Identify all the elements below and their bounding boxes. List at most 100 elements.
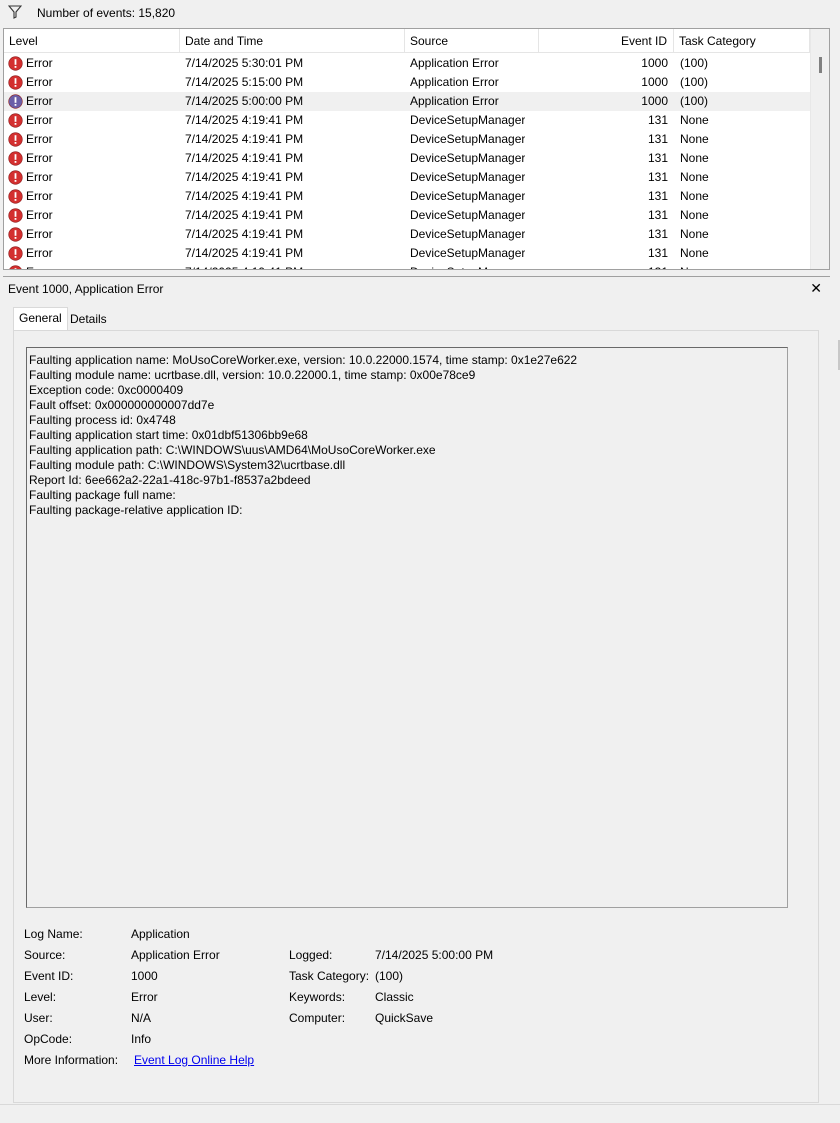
close-icon[interactable]: ✕ (810, 280, 822, 297)
source-cell: DeviceSetupManager (410, 208, 526, 222)
user-value: N/A (131, 1011, 152, 1025)
filter-icon[interactable] (8, 5, 22, 19)
error-icon (8, 208, 23, 223)
table-row[interactable]: Error 7/14/2025 4:19:41 PM DeviceSetupMana… (4, 187, 810, 206)
vertical-scrollbar[interactable] (810, 29, 829, 269)
source-cell: Application Error (410, 75, 499, 89)
task-category-cell: None (680, 246, 709, 260)
column-datetime[interactable]: Date and Time (180, 29, 405, 53)
table-row[interactable]: Error 7/14/2025 5:15:00 PM Application Err… (4, 73, 810, 92)
error-icon (8, 75, 23, 90)
source-cell: DeviceSetupManager (410, 132, 526, 146)
computer-value: QuickSave (375, 1011, 434, 1025)
description-line: Faulting application path: C:\WINDOWS\uu… (29, 443, 436, 457)
general-tab-content: Faulting application name: MoUsoCoreWork… (13, 330, 819, 1103)
user-label: User: (24, 1011, 53, 1025)
event-log-help-link[interactable]: Event Log Online Help (134, 1053, 254, 1067)
task-category-value: (100) (375, 969, 404, 983)
description-line: Faulting module name: ucrtbase.dll, vers… (29, 368, 476, 382)
level-cell: Error (26, 132, 53, 146)
opcode-value: Info (131, 1032, 152, 1046)
level-cell: Error (26, 75, 53, 89)
event-id-cell: 131 (647, 113, 668, 127)
datetime-cell: 7/14/2025 4:19:41 PM (185, 227, 304, 241)
task-category-cell: None (680, 132, 709, 146)
keywords-value: Classic (375, 990, 414, 1004)
event-id-cell: 131 (647, 132, 668, 146)
column-task-category[interactable]: Task Category (674, 29, 810, 53)
event-id-cell: 1000 (641, 94, 668, 108)
error-icon (8, 151, 23, 166)
events-list[interactable]: Level Date and Time Source Event ID Task… (3, 28, 830, 270)
column-source[interactable]: Source (405, 29, 539, 53)
task-category-cell: None (680, 208, 709, 222)
datetime-cell: 7/14/2025 5:15:00 PM (185, 75, 304, 89)
table-row[interactable]: Error 7/14/2025 4:19:41 PM DeviceSetupMana… (4, 130, 810, 149)
log-name-value: Application (131, 927, 190, 941)
event-id-cell: 131 (647, 246, 668, 260)
event-id-cell: 1000 (641, 75, 668, 89)
event-id-cell: 131 (647, 170, 668, 184)
description-line: Fault offset: 0x000000000007dd7e (29, 398, 215, 412)
column-level[interactable]: Level (4, 29, 180, 53)
source-cell: Application Error (410, 94, 499, 108)
tab-general[interactable]: General (13, 307, 68, 331)
column-event-id[interactable]: Event ID (539, 29, 674, 53)
more-info-label: More Information: (24, 1053, 119, 1067)
level-cell: Error (26, 208, 53, 222)
error-icon (8, 227, 23, 242)
error-icon (8, 132, 23, 147)
table-row[interactable]: Error 7/14/2025 5:00:00 PM Application Err… (4, 92, 810, 111)
datetime-cell: 7/14/2025 5:00:00 PM (185, 94, 304, 108)
event-count-label: Number of events: 15,820 (37, 6, 176, 20)
error-icon (8, 56, 23, 71)
events-rows: Error 7/14/2025 5:30:01 PM Application Err… (4, 54, 810, 269)
source-cell: DeviceSetupManager (410, 151, 526, 165)
log-name-label: Log Name: (24, 927, 83, 941)
table-row[interactable]: Error 7/14/2025 4:19:41 PM DeviceSetupMana… (4, 111, 810, 130)
datetime-cell: 7/14/2025 4:19:41 PM (185, 189, 304, 203)
status-strip (0, 1104, 840, 1123)
level-cell: Error (26, 170, 53, 184)
error-icon (8, 246, 23, 261)
source-cell: DeviceSetupManager (410, 246, 526, 260)
task-category-label: Task Category: (289, 969, 370, 983)
event-id-value: 1000 (131, 969, 158, 983)
table-row[interactable]: Error 7/14/2025 4:19:41 PM DeviceSetupMana… (4, 263, 810, 269)
datetime-cell: 7/14/2025 5:30:01 PM (185, 56, 304, 70)
task-category-cell: (100) (680, 94, 709, 108)
source-label: Source: (24, 948, 66, 962)
level-cell: Error (26, 227, 53, 241)
table-row[interactable]: Error 7/14/2025 4:19:41 PM DeviceSetupMana… (4, 244, 810, 263)
logged-label: Logged: (289, 948, 333, 962)
table-row[interactable]: Error 7/14/2025 4:19:41 PM DeviceSetupMana… (4, 225, 810, 244)
event-id-cell: 131 (539, 263, 668, 269)
level-cell: Error (26, 189, 53, 203)
task-category-cell: None (680, 113, 709, 127)
event-detail-panel: Event 1000, Application Error ✕ General … (3, 276, 830, 1103)
event-count-bar: Number of events: 15,820 (0, 0, 840, 28)
datetime-cell: 7/14/2025 4:19:41 PM (185, 151, 304, 165)
error-icon (9, 265, 22, 269)
task-category-cell: (100) (680, 56, 709, 70)
description-line: Faulting process id: 0x4748 (29, 413, 176, 427)
description-line: Report Id: 6ee662a2-22a1-418c-97b1-f8537… (29, 473, 311, 487)
table-row[interactable]: Error 7/14/2025 4:19:41 PM DeviceSetupMana… (4, 168, 810, 187)
event-description[interactable]: Faulting application name: MoUsoCoreWork… (26, 347, 788, 908)
datetime-cell: 7/14/2025 4:19:41 PM (185, 132, 304, 146)
task-category-cell: None (680, 227, 709, 241)
scrollbar-thumb[interactable] (819, 57, 822, 73)
computer-label: Computer: (289, 1011, 346, 1025)
tab-details[interactable]: Details (65, 309, 112, 331)
table-row[interactable]: Error 7/14/2025 4:19:41 PM DeviceSetupMana… (4, 149, 810, 168)
error-icon (8, 170, 23, 185)
error-icon (8, 113, 23, 128)
table-row[interactable]: Error 7/14/2025 5:30:01 PM Application Err… (4, 54, 810, 73)
level-cell: Error (26, 151, 53, 165)
error-icon (8, 189, 23, 204)
description-line: Faulting application name: MoUsoCoreWork… (29, 353, 578, 367)
description-line: Faulting application start time: 0x01dbf… (29, 428, 308, 442)
level-label: Level: (24, 990, 57, 1004)
column-header: Level Date and Time Source Event ID Task… (4, 29, 810, 53)
table-row[interactable]: Error 7/14/2025 4:19:41 PM DeviceSetupMana… (4, 206, 810, 225)
